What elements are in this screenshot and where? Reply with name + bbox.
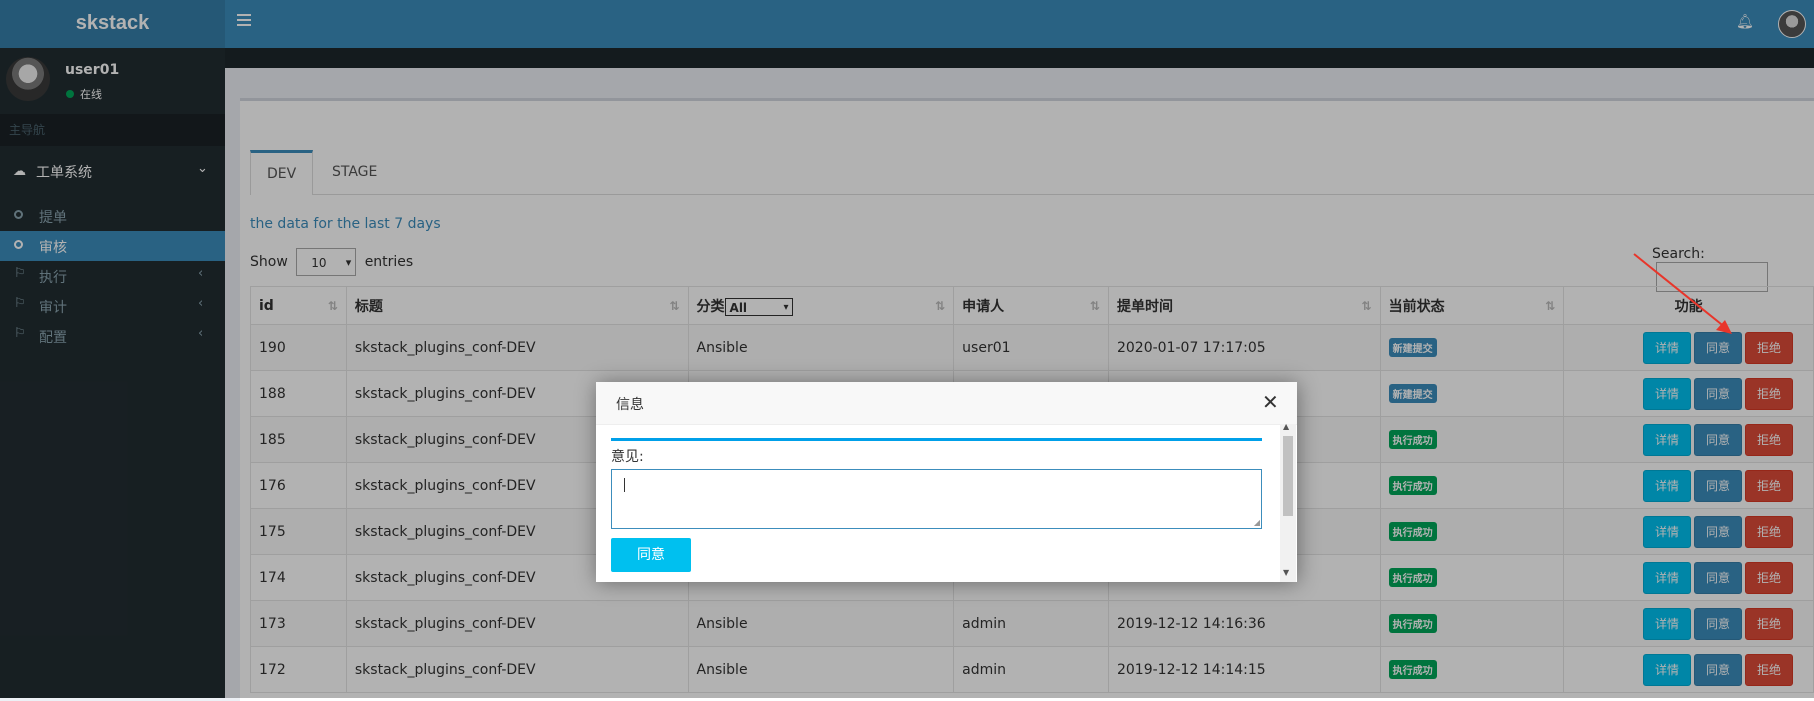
opinion-label: 意见: [611, 449, 644, 465]
text-caret [624, 478, 625, 492]
scrollbar-thumb[interactable] [1283, 436, 1293, 516]
resize-grip-icon[interactable]: ◢ [1254, 518, 1260, 527]
dialog-title: 信息 [616, 397, 644, 413]
approve-submit-button[interactable]: 同意 [611, 538, 691, 572]
dialog-titlebar: 信息 ✕ [596, 382, 1297, 425]
dialog-scrollbar[interactable]: ▲ ▼ [1280, 422, 1296, 582]
opinion-dialog: 信息 ✕ 意见: ◢ 同意 ▲ ▼ [596, 382, 1297, 582]
dialog-body: 意见: ◢ 同意 ▲ ▼ [596, 422, 1297, 582]
close-icon[interactable]: ✕ [1262, 390, 1279, 414]
modal-overlay [0, 0, 1814, 698]
annotation-arrow [1633, 253, 1732, 334]
scroll-up-icon[interactable]: ▲ [1283, 422, 1289, 431]
dialog-accent-line [611, 438, 1262, 441]
scroll-down-icon[interactable]: ▼ [1283, 568, 1289, 577]
opinion-textarea[interactable]: ◢ [611, 469, 1262, 529]
